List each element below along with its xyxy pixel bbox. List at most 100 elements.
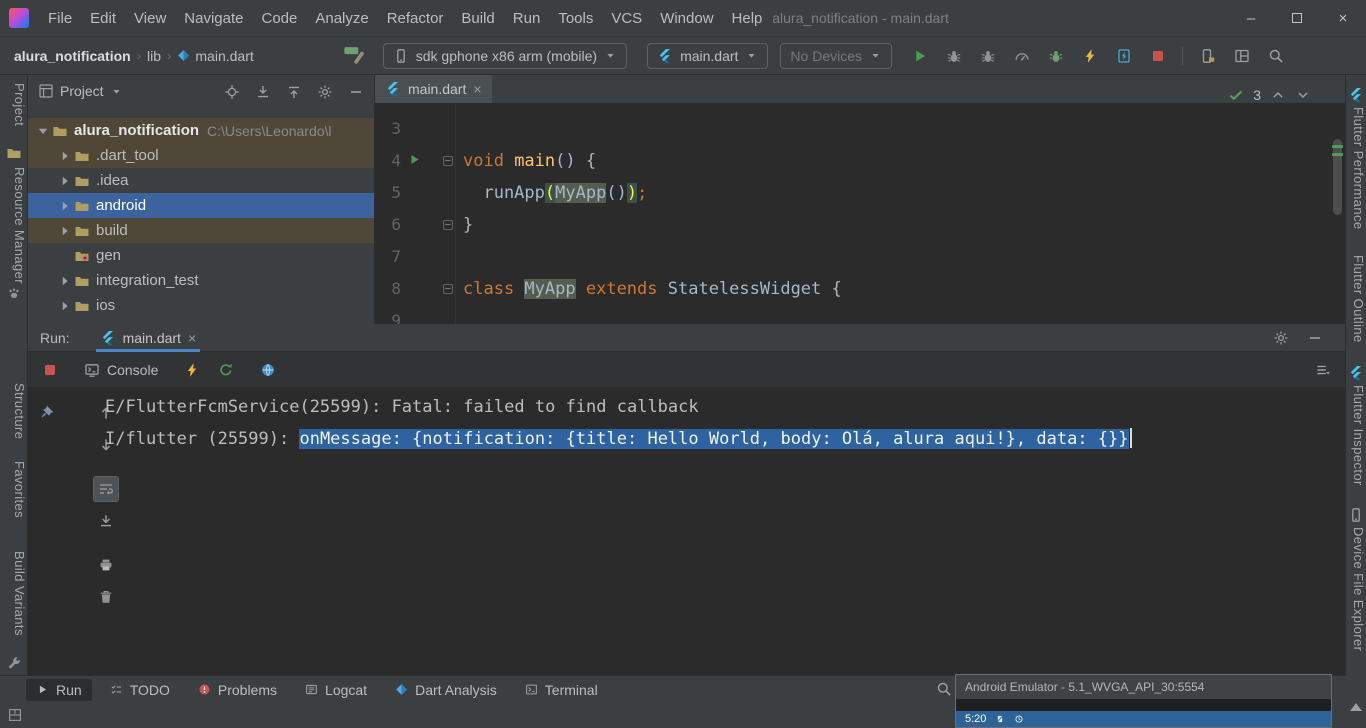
locate-file-button[interactable] xyxy=(224,82,240,99)
fold-marker-icon[interactable]: – xyxy=(443,156,453,166)
status-search-icon[interactable] xyxy=(936,681,952,697)
hot-restart-icon[interactable] xyxy=(218,362,234,378)
chevron-down-icon[interactable] xyxy=(110,85,123,98)
tool-stripe-flutter-inspector[interactable]: Flutter Inspector xyxy=(1346,385,1366,486)
flutter-attach-button[interactable] xyxy=(1042,43,1069,69)
chevron-up-icon[interactable] xyxy=(1270,87,1286,103)
menu-tools[interactable]: Tools xyxy=(549,10,602,27)
tree-chevron-icon[interactable] xyxy=(56,172,74,190)
tree-row-alura-notification[interactable]: alura_notificationC:\Users\Leonardo\l xyxy=(28,118,374,143)
tool-window-tab-dart-analysis[interactable]: Dart Analysis xyxy=(385,679,507,701)
tree-chevron-icon[interactable] xyxy=(56,272,74,290)
editor-tab-main-dart[interactable]: main.dart × xyxy=(375,75,492,103)
menu-view[interactable]: View xyxy=(125,10,175,27)
run-line-icon[interactable] xyxy=(408,153,421,166)
menu-help[interactable]: Help xyxy=(723,10,772,27)
tree-chevron-icon[interactable] xyxy=(56,147,74,165)
project-panel-title[interactable]: Project xyxy=(60,83,104,99)
tool-stripe-device-file-explorer[interactable]: Device File Explorer xyxy=(1346,527,1366,651)
menu-build[interactable]: Build xyxy=(452,10,503,27)
tool-window-tab-run[interactable]: Run xyxy=(26,679,92,701)
tool-stripe-project[interactable]: Project xyxy=(0,83,27,126)
tree-chevron-icon[interactable] xyxy=(56,197,74,215)
close-button[interactable]: × xyxy=(1320,0,1366,37)
collapse-all-button[interactable] xyxy=(286,82,302,99)
tool-stripe-build-variants[interactable]: Build Variants xyxy=(0,551,27,636)
run-button[interactable] xyxy=(906,43,933,69)
breadcrumb-item-alura-notification[interactable]: alura_notification xyxy=(14,48,131,64)
tool-window-tab-todo[interactable]: TODO xyxy=(100,679,180,701)
layout-inspector-button[interactable] xyxy=(1228,43,1255,69)
settings-button[interactable] xyxy=(317,82,333,99)
menu-analyze[interactable]: Analyze xyxy=(306,10,377,27)
tree-chevron-icon[interactable] xyxy=(34,122,52,140)
tree-row-gen[interactable]: gen xyxy=(28,243,374,268)
menu-run[interactable]: Run xyxy=(504,10,550,27)
devtools-globe-icon[interactable] xyxy=(260,362,276,378)
menu-edit[interactable]: Edit xyxy=(81,10,125,27)
menu-vcs[interactable]: VCS xyxy=(602,10,651,27)
expand-all-button[interactable] xyxy=(255,82,271,99)
tree-row--idea[interactable]: .idea xyxy=(28,168,374,193)
breadcrumb-item-lib[interactable]: lib xyxy=(147,48,161,64)
profiler-button[interactable] xyxy=(1008,43,1035,69)
close-icon[interactable]: × xyxy=(473,82,481,96)
devices-dropdown[interactable]: No Devices xyxy=(780,43,892,69)
fold-marker-icon[interactable]: – xyxy=(443,220,453,230)
tree-row-ios[interactable]: ios xyxy=(28,293,374,318)
tool-stripe-favorites[interactable]: Favorites xyxy=(0,461,27,518)
console-settings-icon[interactable] xyxy=(1315,362,1331,378)
resource-manager-icon[interactable] xyxy=(6,285,22,301)
tree-row-android[interactable]: android xyxy=(28,193,374,218)
scroll-up-arrow[interactable] xyxy=(1350,703,1362,711)
menu-code[interactable]: Code xyxy=(252,10,306,27)
tree-chevron-icon[interactable] xyxy=(56,222,74,240)
search-everywhere-button[interactable] xyxy=(1262,43,1289,69)
menu-file[interactable]: File xyxy=(39,10,81,27)
tree-chevron-icon[interactable] xyxy=(56,297,74,315)
hot-reload-button[interactable] xyxy=(1076,43,1103,69)
chevron-down-icon[interactable] xyxy=(1295,87,1311,103)
tool-window-tab-logcat[interactable]: Logcat xyxy=(295,679,377,701)
hide-run-panel-button[interactable] xyxy=(1307,329,1323,346)
breadcrumb-item-main-dart[interactable]: main.dart xyxy=(177,48,253,64)
run-tab-main-dart[interactable]: main.dart × xyxy=(96,324,201,352)
build-button[interactable] xyxy=(340,43,367,69)
build-variants-icon[interactable] xyxy=(6,655,22,671)
flutter-inspector-icon[interactable] xyxy=(1348,365,1364,381)
emulator-title-bar[interactable]: Android Emulator - 5.1_WVGA_API_30:5554 xyxy=(956,675,1331,699)
flutter-performance-icon[interactable] xyxy=(1348,87,1364,103)
device-file-explorer-button[interactable] xyxy=(1194,43,1221,69)
fold-marker-icon[interactable]: – xyxy=(443,284,453,294)
commander-icon[interactable] xyxy=(6,145,22,161)
tool-stripe-flutter-performance[interactable]: Flutter Performance xyxy=(1346,107,1366,229)
tool-stripe-resource-manager[interactable]: Resource Manager xyxy=(0,167,27,284)
attach-debugger-button[interactable] xyxy=(974,43,1001,69)
stop-button[interactable] xyxy=(1144,43,1171,69)
tree-row--dart-tool[interactable]: .dart_tool xyxy=(28,143,374,168)
open-devtools-button[interactable] xyxy=(1110,43,1137,69)
run-config-dropdown[interactable]: main.dart xyxy=(647,43,768,69)
console-tab[interactable]: Console xyxy=(84,362,158,378)
device-file-explorer-icon[interactable] xyxy=(1348,507,1364,523)
tool-window-switcher-icon[interactable] xyxy=(7,707,23,723)
minimize-button[interactable]: – xyxy=(1228,0,1274,37)
stop-icon[interactable] xyxy=(42,362,58,378)
menu-navigate[interactable]: Navigate xyxy=(175,10,252,27)
pin-icon[interactable] xyxy=(40,403,56,419)
debug-button[interactable] xyxy=(940,43,967,69)
maximize-button[interactable] xyxy=(1274,0,1320,37)
tool-stripe-flutter-outline[interactable]: Flutter Outline xyxy=(1346,255,1366,343)
menu-window[interactable]: Window xyxy=(651,10,722,27)
close-icon[interactable]: × xyxy=(188,331,196,345)
hot-reload-icon[interactable] xyxy=(184,362,200,378)
editor-scrollbar[interactable] xyxy=(1333,139,1342,215)
tree-row-build[interactable]: build xyxy=(28,218,374,243)
device-selector-dropdown[interactable]: sdk gphone x86 arm (mobile) xyxy=(383,43,627,69)
tool-stripe-structure[interactable]: Structure xyxy=(0,383,27,439)
tool-window-tab-problems[interactable]: Problems xyxy=(188,679,287,701)
tree-row-integration-test[interactable]: integration_test xyxy=(28,268,374,293)
hide-panel-button[interactable] xyxy=(348,82,364,99)
menu-refactor[interactable]: Refactor xyxy=(378,10,453,27)
tool-window-tab-terminal[interactable]: Terminal xyxy=(515,679,608,701)
